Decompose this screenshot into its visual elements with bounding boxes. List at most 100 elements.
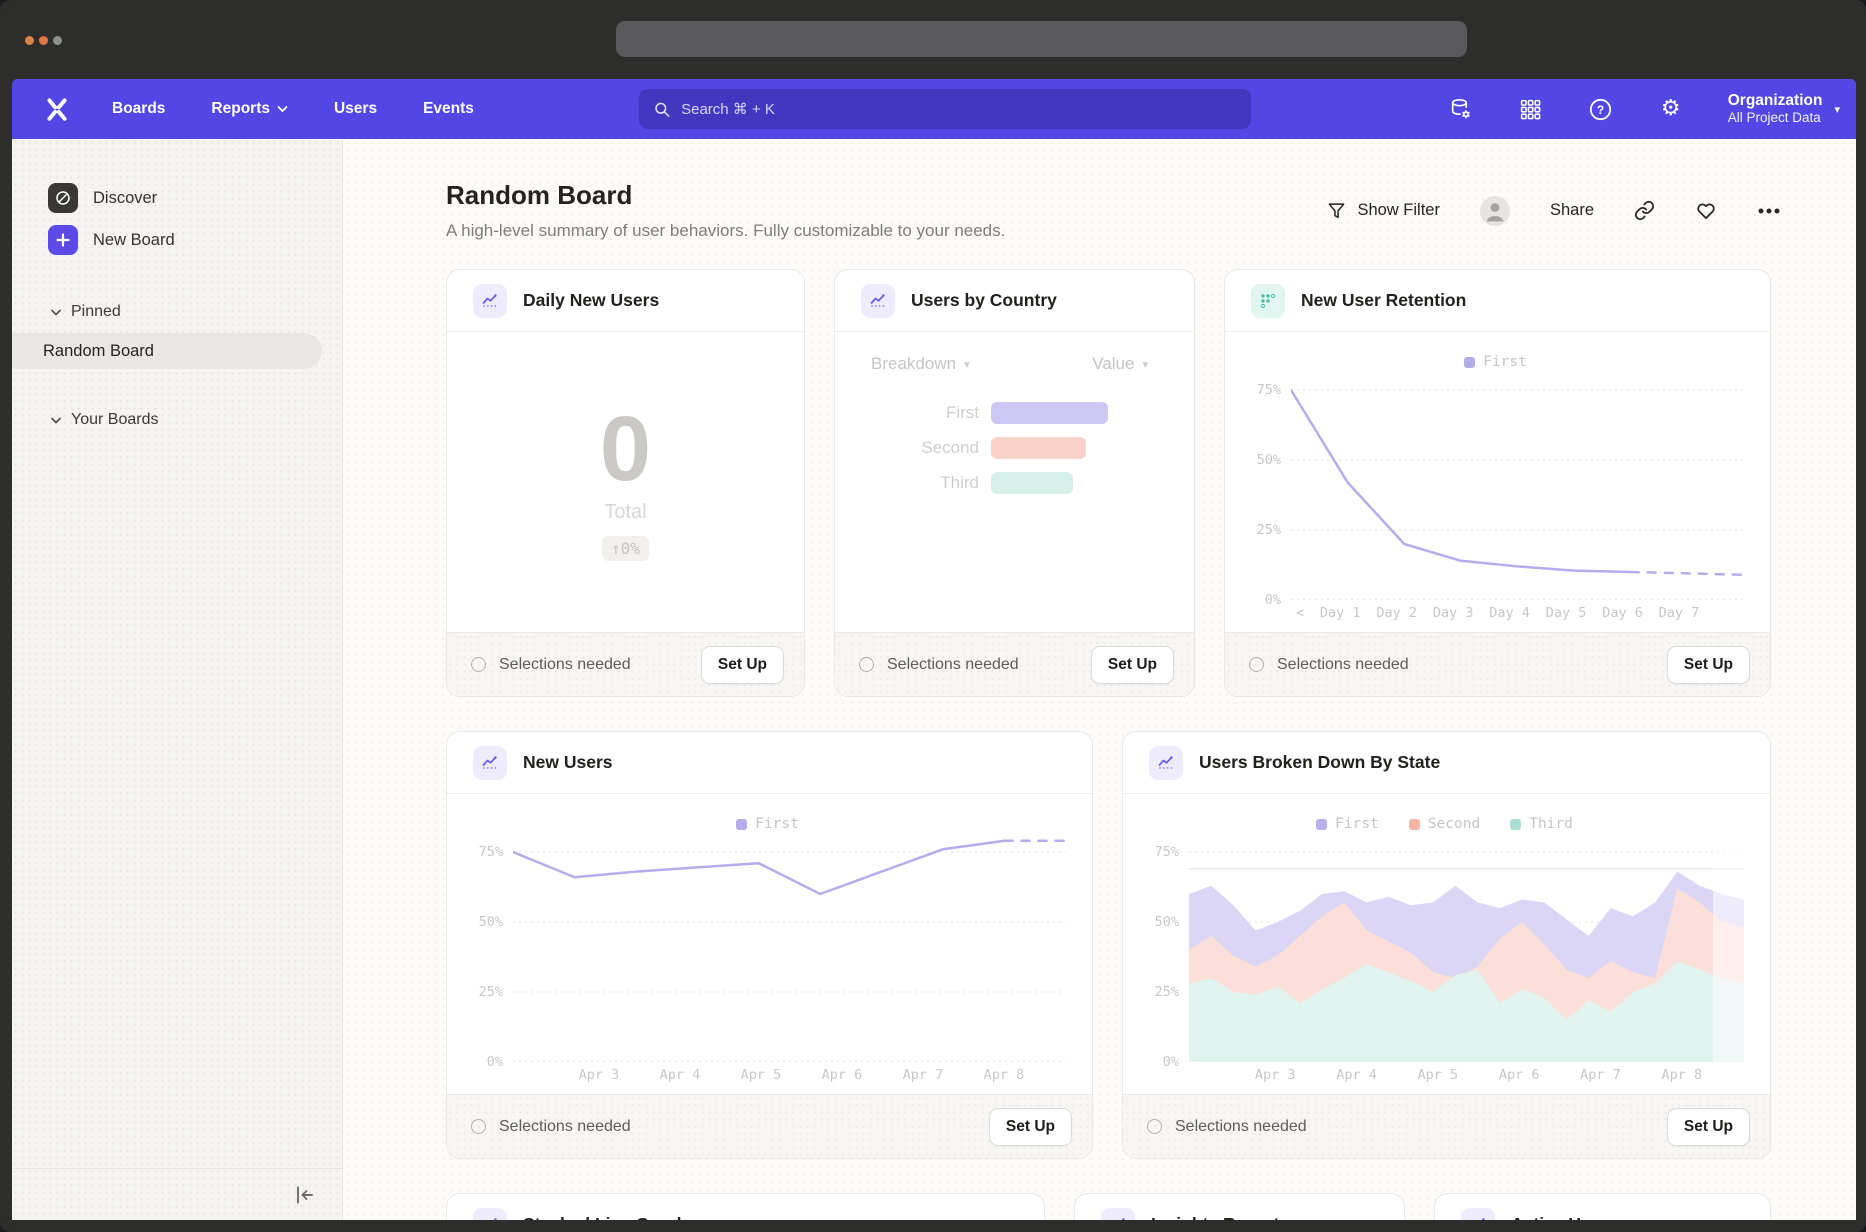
address-bar[interactable] bbox=[616, 21, 1467, 57]
legend-item: First bbox=[1464, 354, 1527, 370]
x-tick-label: Apr 7 bbox=[1580, 1067, 1621, 1083]
y-tick-label: 75% bbox=[1155, 844, 1179, 860]
sidebar-item-random-board-label: Random Board bbox=[43, 342, 154, 361]
x-axis: Apr 3Apr 4Apr 5Apr 6Apr 7Apr 8 bbox=[513, 1062, 1066, 1088]
x-tick-label: Apr 5 bbox=[1418, 1067, 1459, 1083]
chevron-down-icon bbox=[50, 308, 62, 317]
sidebar-section-pinned[interactable]: Pinned bbox=[12, 297, 342, 327]
nav-item-boards-label: Boards bbox=[112, 100, 165, 118]
set-up-button[interactable]: Set Up bbox=[1667, 1108, 1750, 1146]
mixpanel-logo-icon[interactable] bbox=[42, 94, 72, 124]
share-button[interactable]: Share bbox=[1550, 201, 1594, 220]
card-insights-report: Insights Report bbox=[1074, 1193, 1405, 1220]
country-bar bbox=[991, 437, 1086, 459]
traffic-lights bbox=[25, 36, 62, 45]
zoom-window-button[interactable] bbox=[53, 36, 62, 45]
y-tick-label: 0% bbox=[1163, 1054, 1179, 1070]
x-tick-label: Apr 8 bbox=[984, 1067, 1025, 1083]
x-tick-label: Day 3 bbox=[1433, 605, 1474, 621]
card-footer: Selections needed Set Up bbox=[835, 632, 1194, 696]
avatar[interactable] bbox=[1480, 196, 1510, 226]
search-icon bbox=[653, 100, 671, 119]
help-icon[interactable]: ? bbox=[1588, 96, 1614, 122]
org-switcher[interactable]: Organization All Project Data ▾ bbox=[1728, 91, 1840, 127]
country-bar-row: Second bbox=[835, 437, 1194, 459]
settings-gear-icon[interactable]: ⚙ bbox=[1658, 96, 1684, 122]
x-tick-label: Apr 4 bbox=[660, 1067, 701, 1083]
legend-item: Second bbox=[1409, 816, 1480, 832]
card-header: Insights Report bbox=[1075, 1194, 1404, 1220]
nav-item-events[interactable]: Events bbox=[423, 100, 474, 118]
retention-chart: First 75%50%25%0% <Day 1Day 2Day 3Day 4D… bbox=[1247, 348, 1744, 626]
search-box[interactable] bbox=[639, 89, 1251, 129]
status-circle-icon bbox=[471, 1119, 486, 1134]
plot-area bbox=[513, 838, 1066, 1062]
x-tick-label: Apr 8 bbox=[1661, 1067, 1702, 1083]
org-text: Organization All Project Data bbox=[1728, 91, 1823, 127]
board-main: Random Board A high-level summary of use… bbox=[343, 139, 1856, 1220]
apps-grid-icon[interactable] bbox=[1518, 96, 1544, 122]
sidebar-item-random-board[interactable]: Random Board bbox=[12, 333, 322, 369]
nav-right-icons: ? ⚙ Organization All Project Data ▾ bbox=[1448, 79, 1840, 139]
minimize-window-button[interactable] bbox=[39, 36, 48, 45]
sidebar-section-your-boards[interactable]: Your Boards bbox=[12, 405, 342, 435]
nav-item-boards[interactable]: Boards bbox=[112, 100, 165, 118]
heart-icon bbox=[1695, 200, 1717, 222]
app: Boards Reports Users Events bbox=[12, 79, 1856, 1220]
search-input[interactable] bbox=[681, 101, 1237, 118]
y-tick-label: 25% bbox=[1155, 984, 1179, 1000]
set-up-button[interactable]: Set Up bbox=[701, 646, 784, 684]
page-subtitle: A high-level summary of user behaviors. … bbox=[446, 221, 1005, 241]
collapse-sidebar-icon[interactable] bbox=[292, 1182, 318, 1208]
favorite-button[interactable] bbox=[1695, 200, 1717, 222]
x-tick-label: Day 7 bbox=[1659, 605, 1700, 621]
card-title: Users Broken Down By State bbox=[1199, 752, 1440, 773]
value-dropdown[interactable]: Value ▾ bbox=[1092, 354, 1148, 374]
set-up-button[interactable]: Set Up bbox=[1667, 646, 1750, 684]
sidebar-item-new-board[interactable]: New Board bbox=[12, 219, 342, 261]
nav-item-users[interactable]: Users bbox=[334, 100, 377, 118]
status-circle-icon bbox=[1249, 657, 1264, 672]
set-up-button[interactable]: Set Up bbox=[1091, 646, 1174, 684]
more-options-button[interactable] bbox=[1757, 206, 1781, 216]
by-state-chart: FirstSecondThird 75%50%25%0% Apr 3Ap bbox=[1145, 810, 1744, 1088]
y-tick-label: 50% bbox=[1257, 452, 1281, 468]
sidebar-item-discover[interactable]: Discover bbox=[12, 177, 342, 219]
card-header: New Users bbox=[447, 732, 1092, 794]
x-tick-label: Apr 4 bbox=[1336, 1067, 1377, 1083]
country-bar-label: Second bbox=[835, 438, 991, 458]
caret-down-icon: ▾ bbox=[1142, 358, 1148, 371]
card-active-users: Active Users bbox=[1434, 1193, 1771, 1220]
copy-link-button[interactable] bbox=[1634, 200, 1655, 221]
app-body: Discover New Board Pinned Random Board bbox=[12, 139, 1856, 1220]
nav-item-reports[interactable]: Reports bbox=[211, 100, 288, 118]
legend-swatch-icon bbox=[1316, 819, 1327, 830]
set-up-button[interactable]: Set Up bbox=[989, 1108, 1072, 1146]
legend-swatch-icon bbox=[1409, 819, 1420, 830]
data-management-icon[interactable] bbox=[1448, 96, 1474, 122]
y-tick-label: 0% bbox=[487, 1054, 503, 1070]
browser-window: Boards Reports Users Events bbox=[0, 0, 1866, 1232]
status-text: Selections needed bbox=[499, 1118, 976, 1136]
x-tick-label: Apr 3 bbox=[1255, 1067, 1296, 1083]
card-header: Stacked Line Graph bbox=[447, 1194, 1044, 1220]
x-tick-label: Day 5 bbox=[1546, 605, 1587, 621]
card-stacked-line-graph: Stacked Line Graph bbox=[446, 1193, 1045, 1220]
nav-item-reports-label: Reports bbox=[211, 100, 270, 118]
show-filter-button[interactable]: Show Filter bbox=[1327, 201, 1440, 220]
card-footer: Selections needed Set Up bbox=[447, 632, 804, 696]
legend-swatch-icon bbox=[736, 819, 747, 830]
breakdown-dropdown[interactable]: Breakdown ▾ bbox=[871, 354, 970, 374]
status-circle-icon bbox=[471, 657, 486, 672]
line-chart-icon bbox=[473, 746, 507, 780]
country-bars: FirstSecondThird bbox=[835, 402, 1194, 494]
card-users-by-state: Users Broken Down By State FirstSecondTh… bbox=[1122, 731, 1771, 1159]
svg-text:?: ? bbox=[1597, 102, 1604, 116]
legend-item: Third bbox=[1510, 816, 1573, 832]
chevron-down-icon bbox=[50, 416, 62, 425]
nav-items: Boards Reports Users Events bbox=[112, 100, 474, 118]
page-title-block: Random Board A high-level summary of use… bbox=[446, 180, 1005, 241]
x-axis: Apr 3Apr 4Apr 5Apr 6Apr 7Apr 8 bbox=[1189, 1062, 1744, 1088]
close-window-button[interactable] bbox=[25, 36, 34, 45]
caret-down-icon: ▾ bbox=[1834, 103, 1840, 116]
